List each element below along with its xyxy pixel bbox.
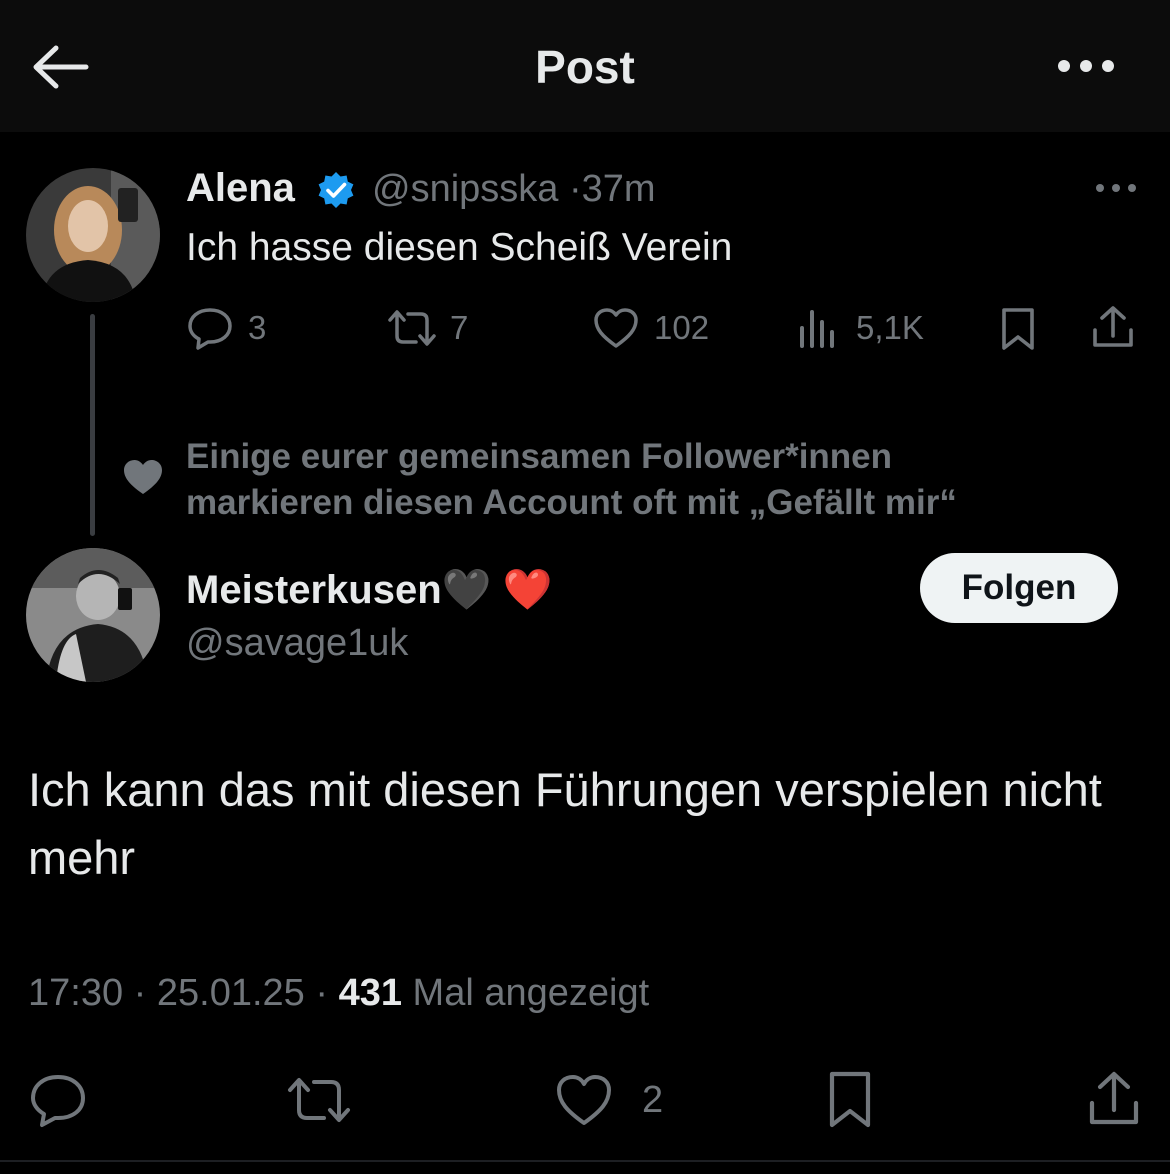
author-name[interactable]: Meisterkusen🖤 ❤️ [186,566,552,613]
repost-icon[interactable] [284,1072,354,1128]
post-meta: 17:30 · 25.01.25 · 431 Mal angezeigt [28,972,649,1015]
views-label: Mal angezeigt [412,972,650,1014]
like-action[interactable]: 2 [554,1072,663,1128]
views-action[interactable]: 5,1K [796,306,924,350]
views-chart-icon [800,310,834,348]
author-handle[interactable]: @snipsska ·37m [372,168,656,211]
post-time: 17:30 [28,972,124,1014]
more-horizontal-icon[interactable] [1056,48,1116,84]
main-post-text: Ich kann das mit diesen Führungen verspi… [28,763,1102,884]
bookmark-icon[interactable] [826,1070,874,1130]
like-action[interactable]: 102 [592,306,709,350]
like-count: 2 [642,1078,664,1121]
post-date: 25.01.25 [156,972,305,1014]
social-heart-icon [124,460,162,494]
share-icon[interactable] [1086,1070,1142,1128]
social-context-line-1: Einige eurer gemeinsamen Follower*innen [186,437,893,476]
parent-post-text: Ich hasse diesen Scheiß Verein [186,226,733,269]
reply-icon [188,308,232,350]
bookmark-icon[interactable] [998,306,1038,352]
page-title: Post [535,41,635,93]
social-context-line-2: markieren diesen Account oft mit „Gefäll… [186,483,957,522]
name-emojis: 🖤 ❤️ [441,568,553,612]
author-handle[interactable]: @savage1uk [186,622,408,665]
views-count: 431 [338,972,402,1014]
repost-icon [388,310,436,346]
share-icon[interactable] [1090,304,1136,350]
views-count: 5,1K [856,309,924,346]
author-name[interactable]: Alena [186,166,295,211]
repost-count: 7 [450,309,469,346]
verified-badge-icon [318,172,354,208]
reply-action[interactable]: 3 [186,306,266,350]
avatar-alena[interactable] [26,168,160,302]
heart-icon [594,308,638,348]
like-count: 102 [654,309,710,346]
avatar-meisterkusen[interactable] [26,548,160,682]
reply-icon[interactable] [28,1072,88,1128]
thread-connector-line [90,314,95,536]
post-time: 37m [581,168,656,210]
top-bar: Post [0,0,1170,132]
repost-action[interactable]: 7 [384,306,468,350]
reply-count: 3 [248,309,267,346]
meta-separator: · [133,972,147,1014]
heart-icon [557,1075,611,1125]
meta-separator: · [315,972,329,1014]
social-context: Einige eurer gemeinsamen Follower*innen … [186,434,957,526]
post-more-icon[interactable] [1094,178,1138,198]
follow-button[interactable]: Folgen [920,553,1118,623]
handle-time-separator: · [568,168,582,210]
divider [0,1160,1170,1162]
